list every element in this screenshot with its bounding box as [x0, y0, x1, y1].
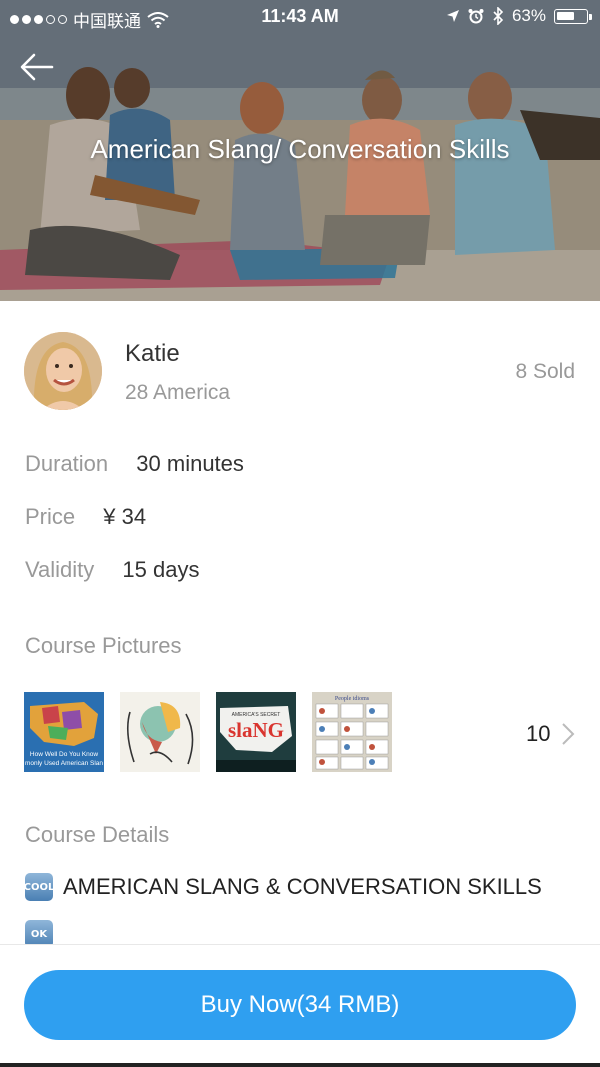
bottom-action-bar: Buy Now(34 RMB) [0, 944, 600, 1067]
battery-level [557, 11, 574, 20]
course-details-title: Course Details [25, 822, 170, 847]
thumb-caption-2: slaNG [228, 718, 284, 742]
battery-icon [554, 8, 592, 24]
teacher-avatar[interactable] [24, 332, 102, 410]
duration-label: Duration [25, 451, 109, 476]
price-label: Price [25, 504, 76, 529]
course-picture-thumb[interactable] [120, 692, 200, 772]
duration-value: 30 minutes [136, 451, 244, 476]
alarm-icon [468, 9, 484, 24]
thumb-caption: How Well Do You Know [30, 751, 98, 758]
buy-now-button[interactable]: Buy Now(34 RMB) [24, 970, 576, 1040]
sold-count: 8 Sold [515, 360, 575, 383]
status-bar: 中国联通 11:43 AM 63% [0, 0, 600, 34]
price-row: Price ¥ 34 [25, 504, 146, 530]
teacher-age-country: 28 America [125, 381, 231, 404]
battery-percent: 63% [511, 6, 546, 25]
home-indicator [0, 1063, 600, 1067]
faces-illustration-picture [120, 692, 200, 772]
teacher-name: Katie [125, 340, 180, 367]
pictures-count[interactable]: 10 [526, 721, 550, 747]
course-picture-thumb[interactable]: People idioms [312, 692, 392, 772]
back-button[interactable] [18, 50, 56, 84]
us-map-picture: How Well Do You Know monly Used American… [24, 692, 104, 772]
validity-row: Validity 15 days [25, 557, 199, 583]
chevron-right-icon[interactable] [560, 722, 576, 746]
duration-row: Duration 30 minutes [25, 451, 244, 477]
people-idioms-picture: People idioms [312, 692, 392, 772]
course-hero-banner: 中国联通 11:43 AM 63% American Slang/ Conver… [0, 0, 600, 301]
status-right: 63% [446, 6, 592, 26]
bluetooth-icon [493, 7, 504, 25]
cool-emoji-icon: COOL [24, 873, 54, 901]
arrow-left-icon [20, 53, 54, 81]
teacher-photo [24, 332, 102, 410]
course-title: American Slang/ Conversation Skills [90, 134, 510, 164]
course-pictures-strip: How Well Do You Know monly Used American… [24, 692, 392, 772]
course-picture-thumb[interactable]: AMERICA'S SECRET slaNG [216, 692, 296, 772]
price-value: ¥ 34 [103, 504, 147, 529]
thumb-caption-2: monly Used American Slan [25, 760, 103, 767]
americas-secret-slang-picture: AMERICA'S SECRET slaNG [216, 692, 296, 772]
course-detail-line: COOL AMERICAN SLANG & CONVERSATION SKILL… [24, 873, 542, 901]
course-detail-text: AMERICAN SLANG & CONVERSATION SKILLS [63, 874, 542, 899]
course-picture-thumb[interactable]: How Well Do You Know monly Used American… [24, 692, 104, 772]
validity-value: 15 days [122, 557, 200, 582]
thumb-caption: People idioms [335, 696, 370, 702]
course-pictures-title: Course Pictures [25, 633, 182, 658]
location-arrow-icon [446, 10, 459, 22]
validity-label: Validity [25, 557, 95, 582]
